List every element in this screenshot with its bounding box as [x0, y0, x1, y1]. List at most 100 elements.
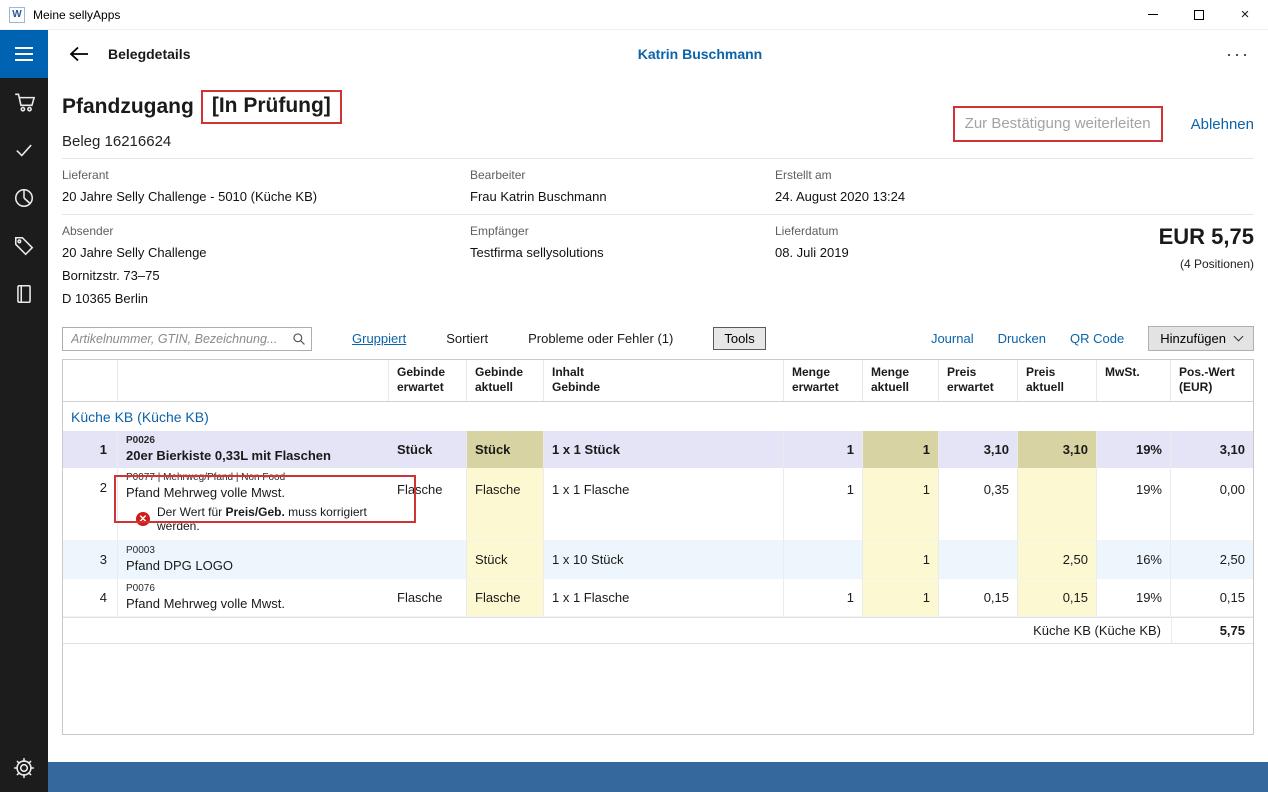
- pie-chart-icon: [13, 187, 35, 209]
- gear-icon: [13, 757, 35, 779]
- article-name: Pfand Mehrweg volle Mwst.: [126, 485, 381, 500]
- sidebar-item-statistics[interactable]: [0, 174, 48, 222]
- forward-for-approval-button[interactable]: Zur Bestätigung weiterleiten: [965, 115, 1151, 132]
- article-code: P0076: [126, 583, 381, 594]
- inhalt-gebinde-cell: 1 x 1 Flasche: [544, 579, 784, 616]
- problems-filter[interactable]: Probleme oder Fehler (1): [528, 331, 673, 346]
- back-button[interactable]: [62, 37, 96, 71]
- row-number: 2: [63, 468, 118, 540]
- print-link[interactable]: Drucken: [998, 331, 1046, 346]
- table-row[interactable]: 2 P0077 | Mehrweg/Pfand | Non Food Pfand…: [63, 468, 1253, 541]
- positions-count: (4 Positionen): [1044, 257, 1254, 271]
- bottom-bar: [48, 762, 1268, 792]
- article-name: Pfand Mehrweg volle Mwst.: [126, 596, 381, 611]
- preis-aktuell-cell[interactable]: 2,50: [1018, 541, 1097, 578]
- supplier-value: 20 Jahre Selly Challenge - 5010 (Küche K…: [62, 189, 470, 204]
- header-rownum: [63, 360, 118, 401]
- inhalt-gebinde-cell: 1 x 10 Stück: [544, 541, 784, 578]
- header-gebinde-aktuell: Gebinde aktuell: [467, 360, 544, 401]
- delivery-date-label: Lieferdatum: [775, 224, 1044, 238]
- mwst-cell: 16%: [1097, 541, 1171, 578]
- inhalt-gebinde-cell: 1 x 1 Flasche: [544, 468, 784, 540]
- article-cell: P0077 | Mehrweg/Pfand | Non Food Pfand M…: [118, 468, 389, 540]
- group-footer-row: Küche KB (Küche KB) 5,75: [63, 617, 1253, 644]
- app-logo-icon: W: [9, 7, 25, 23]
- preis-aktuell-cell[interactable]: [1018, 468, 1097, 540]
- title-bar: W Meine sellyApps ×: [0, 0, 1268, 30]
- group-header: Küche KB (Küche KB): [63, 402, 1253, 431]
- article-code: P0077 | Mehrweg/Pfand | Non Food: [126, 472, 381, 483]
- inhalt-gebinde-cell: 1 x 1 Stück: [544, 431, 784, 468]
- recipient-label: Empfänger: [470, 224, 775, 238]
- preis-erwartet-cell: 3,10: [939, 431, 1018, 468]
- journal-link[interactable]: Journal: [931, 331, 974, 346]
- header-preis-erwartet: Preis erwartet: [939, 360, 1018, 401]
- sidebar-item-orders[interactable]: [0, 78, 48, 126]
- created-value: 24. August 2020 13:24: [775, 189, 1044, 204]
- gebinde-aktuell-cell[interactable]: Stück: [467, 431, 544, 468]
- delivery-date-value: 08. Juli 2019: [775, 245, 1044, 260]
- sidebar-item-tasks[interactable]: [0, 126, 48, 174]
- maximize-button[interactable]: [1176, 0, 1222, 30]
- table-row[interactable]: 3 P0003 Pfand DPG LOGO Stück 1 x 10 Stüc…: [63, 541, 1253, 579]
- sorted-toggle[interactable]: Sortiert: [446, 331, 488, 346]
- user-name-link[interactable]: Katrin Buschmann: [132, 46, 1268, 62]
- gebinde-aktuell-cell[interactable]: Stück: [467, 541, 544, 578]
- pos-wert-cell: 3,10: [1171, 431, 1253, 468]
- menge-aktuell-cell[interactable]: 1: [863, 431, 939, 468]
- window-title: Meine sellyApps: [33, 8, 120, 22]
- menge-aktuell-cell[interactable]: 1: [863, 541, 939, 578]
- preis-erwartet-cell: 0,35: [939, 468, 1018, 540]
- gebinde-erwartet-cell: Flasche: [389, 579, 467, 616]
- header-pos-wert: Pos.-Wert (EUR): [1171, 360, 1253, 401]
- sidebar-item-catalog[interactable]: [0, 270, 48, 318]
- article-cell: P0003 Pfand DPG LOGO: [118, 541, 389, 578]
- sender-label: Absender: [62, 224, 470, 238]
- menge-aktuell-cell[interactable]: 1: [863, 579, 939, 616]
- gebinde-aktuell-cell[interactable]: Flasche: [467, 579, 544, 616]
- grouped-toggle[interactable]: Gruppiert: [352, 331, 406, 346]
- preis-aktuell-cell[interactable]: 0,15: [1018, 579, 1097, 616]
- gebinde-aktuell-cell[interactable]: Flasche: [467, 468, 544, 540]
- annotation-box-status: [In Prüfung]: [201, 90, 342, 124]
- supplier-label: Lieferant: [62, 168, 470, 182]
- tools-button[interactable]: Tools: [713, 327, 765, 350]
- sidebar-item-menu[interactable]: [0, 30, 48, 78]
- table-row[interactable]: 4 P0076 Pfand Mehrweg volle Mwst. Flasch…: [63, 579, 1253, 617]
- minimize-icon: [1148, 14, 1158, 15]
- gebinde-erwartet-cell: Stück: [389, 431, 467, 468]
- total-amount: EUR 5,75: [1044, 224, 1254, 250]
- pos-wert-cell: 0,00: [1171, 468, 1253, 540]
- maximize-icon: [1194, 10, 1204, 20]
- list-toolbar: Gruppiert Sortiert Probleme oder Fehler …: [62, 326, 1254, 351]
- add-dropdown-button[interactable]: Hinzufügen: [1148, 326, 1254, 351]
- table-header-row: Gebinde erwartet Gebinde aktuell Inhalt …: [63, 360, 1253, 402]
- header-menge-erwartet: Menge erwartet: [784, 360, 863, 401]
- close-button[interactable]: ×: [1222, 0, 1268, 30]
- qr-code-link[interactable]: QR Code: [1070, 331, 1124, 346]
- header-mwst: MwSt.: [1097, 360, 1171, 401]
- editor-value: Frau Katrin Buschmann: [470, 189, 775, 204]
- row-number: 1: [63, 431, 118, 468]
- sidebar-item-settings[interactable]: [0, 744, 48, 792]
- preis-aktuell-cell[interactable]: 3,10: [1018, 431, 1097, 468]
- search-input[interactable]: [62, 327, 312, 351]
- minimize-button[interactable]: [1130, 0, 1176, 30]
- reject-button[interactable]: Ablehnen: [1191, 116, 1254, 133]
- row-error-message: ✕ Der Wert für Preis/Geb. muss korrigier…: [136, 505, 381, 533]
- header-preis-aktuell: Preis aktuell: [1018, 360, 1097, 401]
- menge-aktuell-cell[interactable]: 1: [863, 468, 939, 540]
- header-menge-aktuell: Menge aktuell: [863, 360, 939, 401]
- pos-wert-cell: 2,50: [1171, 541, 1253, 578]
- group-footer-label: Küche KB (Küche KB): [63, 618, 1171, 643]
- header-gebinde-erwartet: Gebinde erwartet: [389, 360, 467, 401]
- table-row[interactable]: 1 P0026 20er Bierkiste 0,33L mit Flasche…: [63, 431, 1253, 468]
- window-controls: ×: [1130, 0, 1268, 30]
- check-icon: [13, 139, 35, 161]
- menge-erwartet-cell: [784, 541, 863, 578]
- document-type-title: Pfandzugang: [62, 95, 194, 119]
- annotation-box-forward: Zur Bestätigung weiterleiten: [953, 106, 1163, 142]
- info-section-bottom: Absender 20 Jahre Selly Challenge Bornit…: [62, 214, 1254, 316]
- sidebar-item-pricing[interactable]: [0, 222, 48, 270]
- sidebar-nav: [0, 30, 48, 792]
